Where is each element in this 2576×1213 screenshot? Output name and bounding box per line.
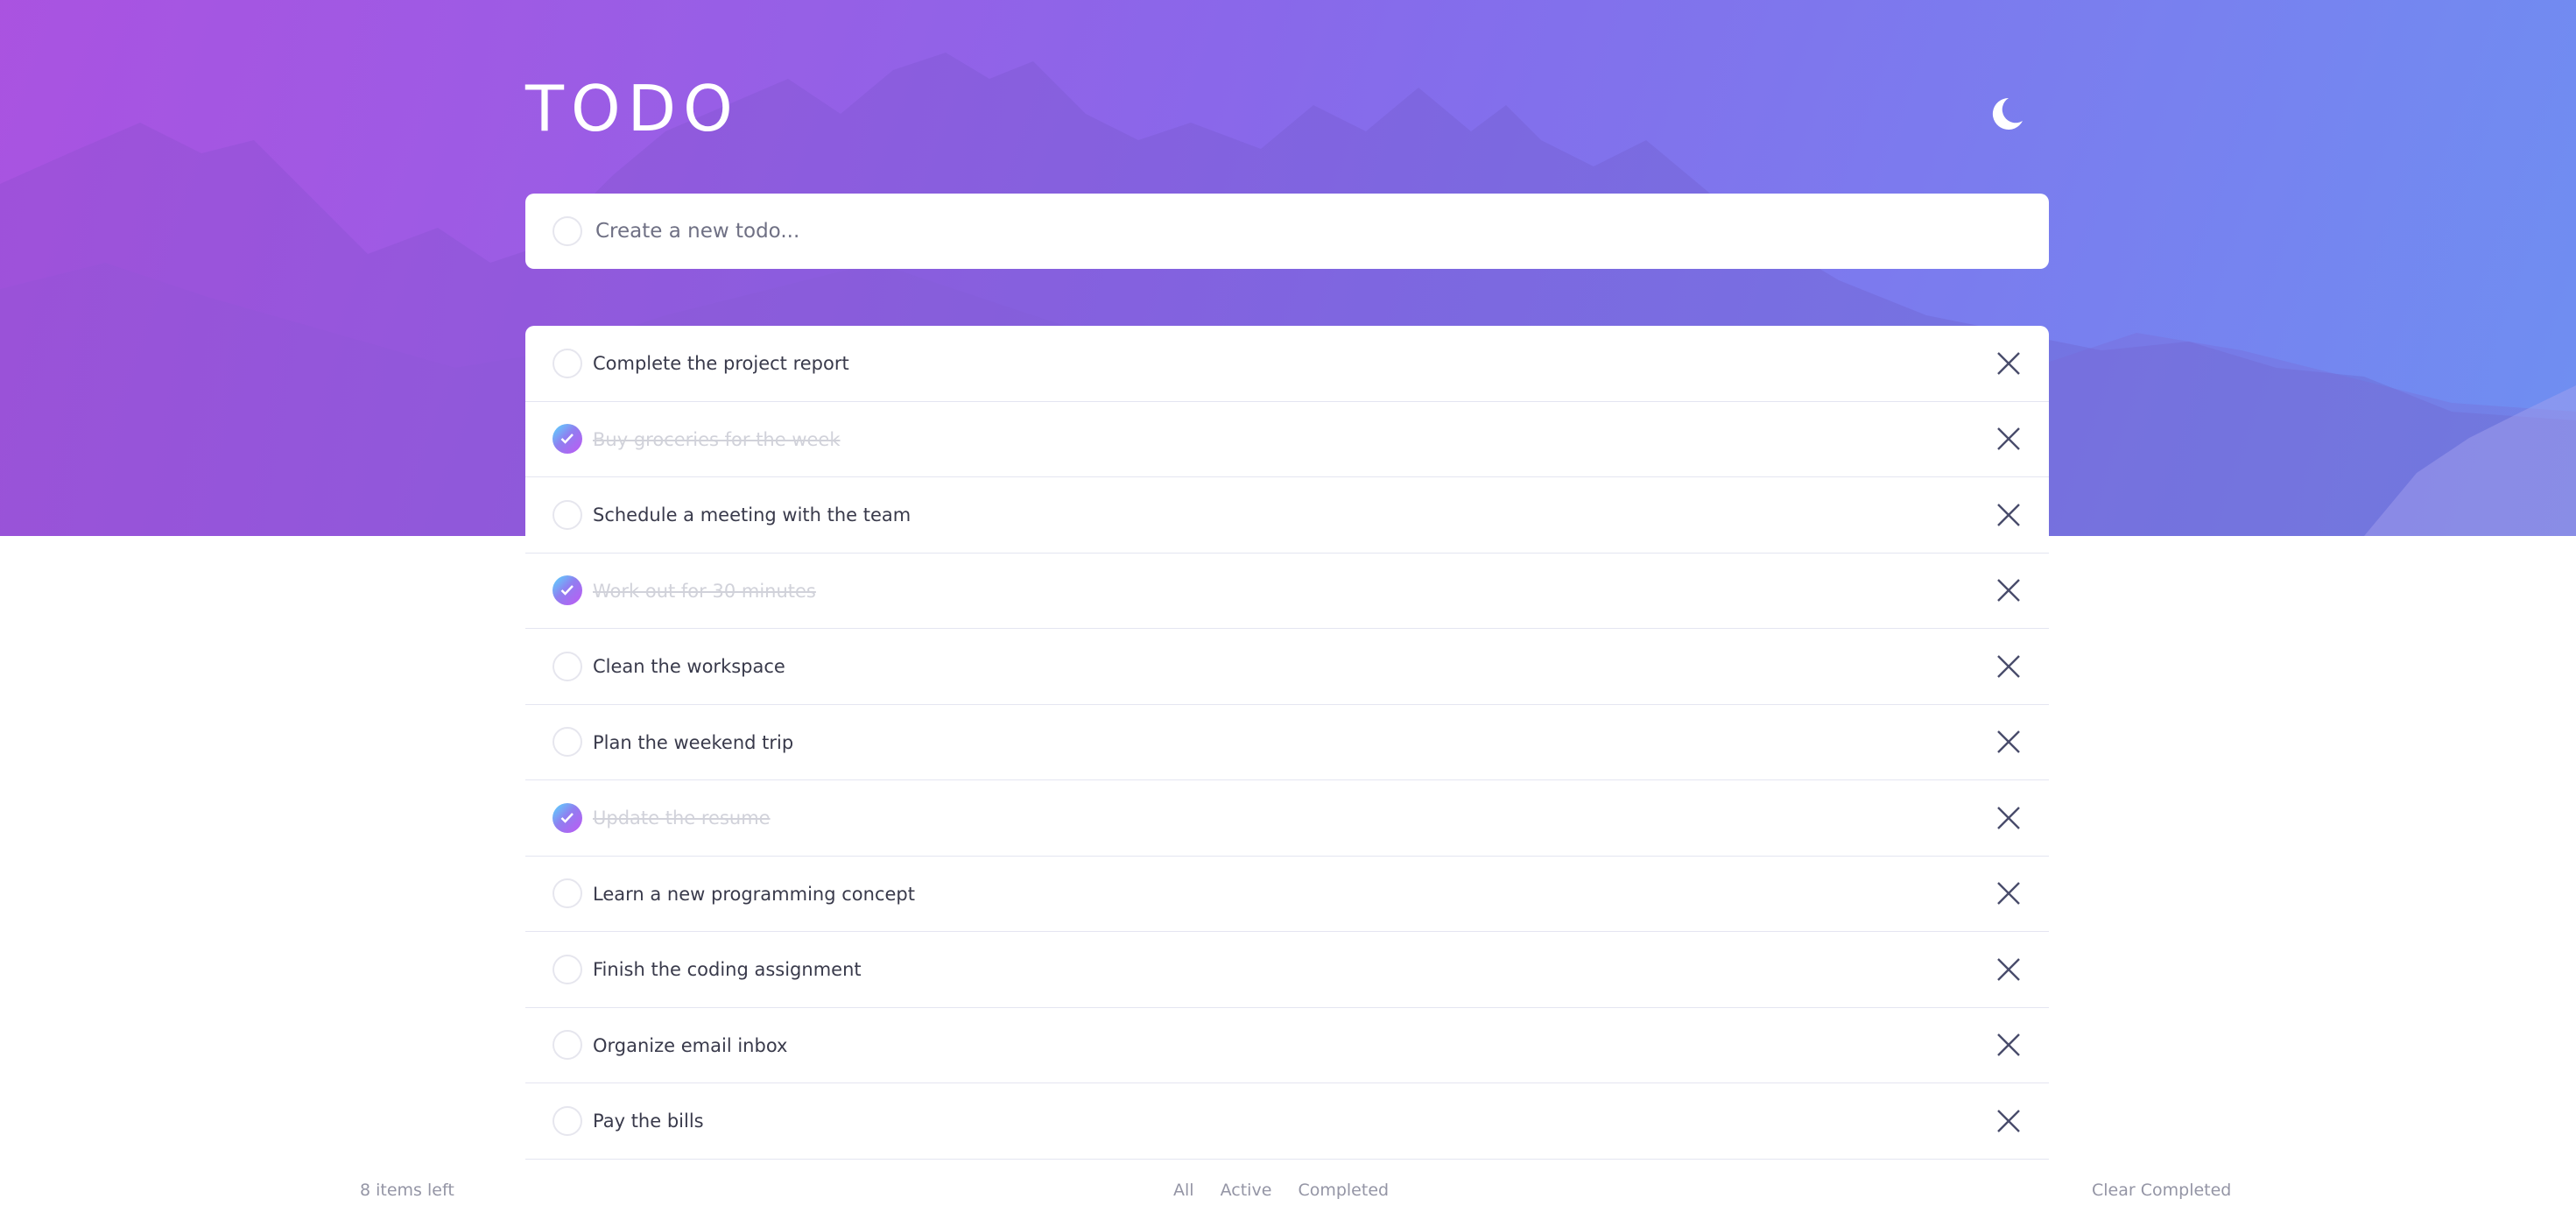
new-todo-bar — [525, 194, 2049, 269]
delete-todo-button[interactable] — [1996, 1109, 2021, 1133]
todo-text[interactable]: Pay the bills — [593, 1083, 704, 1159]
todo-item: Clean the workspace — [525, 629, 2049, 705]
delete-todo-button[interactable] — [1996, 806, 2021, 830]
close-icon — [1997, 806, 2020, 829]
todo-item: Complete the project report — [525, 326, 2049, 402]
filter-completed[interactable]: Completed — [1298, 1181, 1389, 1200]
todo-item: Plan the weekend trip — [525, 705, 2049, 780]
delete-todo-button[interactable] — [1996, 578, 2021, 603]
todo-item: Schedule a meeting with the team — [525, 477, 2049, 554]
todo-item: Update the resume — [525, 780, 2049, 857]
close-icon — [1997, 654, 2020, 678]
delete-todo-button[interactable] — [1996, 427, 2021, 451]
todo-checkbox[interactable] — [553, 727, 582, 758]
delete-todo-button[interactable] — [1996, 503, 2021, 527]
theme-toggle-button[interactable] — [1991, 95, 2026, 133]
filter-group: All Active Completed — [1173, 1181, 1410, 1200]
todo-checkbox[interactable] — [553, 878, 582, 909]
todo-text[interactable]: Schedule a meeting with the team — [593, 477, 911, 553]
close-icon — [1997, 730, 2020, 754]
todo-text[interactable]: Learn a new programming concept — [593, 857, 915, 932]
todo-text[interactable]: Complete the project report — [593, 326, 849, 401]
new-todo-circle-icon — [553, 216, 582, 246]
todo-checkbox[interactable] — [553, 954, 582, 984]
todo-text[interactable]: Buy groceries for the week — [593, 402, 841, 477]
todo-checkbox[interactable] — [553, 1030, 582, 1061]
items-left-count: 8 items left — [360, 1181, 454, 1200]
todo-list: Complete the project report Buy groceries… — [525, 326, 2049, 1160]
todo-text[interactable]: Clean the workspace — [593, 629, 785, 704]
footer: 8 items left All Active Completed Clear … — [0, 1174, 2576, 1209]
page-title: TODO — [525, 72, 740, 145]
todo-text[interactable]: Finish the coding assignment — [593, 932, 862, 1007]
todo-text[interactable]: Work out for 30 minutes — [593, 554, 816, 629]
todo-text[interactable]: Update the resume — [593, 780, 771, 856]
checkmark-icon — [560, 434, 574, 445]
todo-checkbox[interactable] — [553, 499, 582, 530]
moon-icon — [1992, 97, 2023, 130]
close-icon — [1997, 351, 2020, 375]
todo-item: Organize email inbox — [525, 1008, 2049, 1083]
todo-checkbox-checked[interactable] — [553, 802, 582, 833]
todo-checkbox[interactable] — [553, 651, 582, 681]
close-icon — [1997, 503, 2020, 526]
close-icon — [1997, 1109, 2020, 1132]
checkmark-icon — [560, 812, 574, 823]
todo-item: Buy groceries for the week — [525, 402, 2049, 477]
close-icon — [1997, 882, 2020, 906]
todo-text[interactable]: Organize email inbox — [593, 1008, 787, 1083]
todo-text[interactable]: Plan the weekend trip — [593, 705, 793, 780]
todo-item: Work out for 30 minutes — [525, 554, 2049, 629]
delete-todo-button[interactable] — [1996, 881, 2021, 906]
checkmark-icon — [560, 585, 574, 596]
close-icon — [1997, 427, 2020, 451]
delete-todo-button[interactable] — [1996, 654, 2021, 679]
todo-checkbox-checked[interactable] — [553, 575, 582, 606]
close-icon — [1997, 1033, 2020, 1057]
todo-item: Learn a new programming concept — [525, 857, 2049, 932]
close-icon — [1997, 957, 2020, 981]
new-todo-input[interactable] — [595, 194, 1996, 269]
todo-item: Finish the coding assignment — [525, 932, 2049, 1008]
delete-todo-button[interactable] — [1996, 957, 2021, 982]
todo-item: Pay the bills — [525, 1083, 2049, 1160]
delete-todo-button[interactable] — [1996, 730, 2021, 754]
filter-all[interactable]: All — [1173, 1181, 1194, 1200]
filter-active[interactable]: Active — [1221, 1181, 1272, 1200]
delete-todo-button[interactable] — [1996, 1033, 2021, 1057]
todo-checkbox[interactable] — [553, 1105, 582, 1136]
todo-checkbox[interactable] — [553, 348, 582, 378]
clear-completed-button[interactable]: Clear Completed — [2092, 1181, 2231, 1200]
todo-checkbox-checked[interactable] — [553, 424, 582, 455]
close-icon — [1997, 579, 2020, 603]
delete-todo-button[interactable] — [1996, 351, 2021, 376]
